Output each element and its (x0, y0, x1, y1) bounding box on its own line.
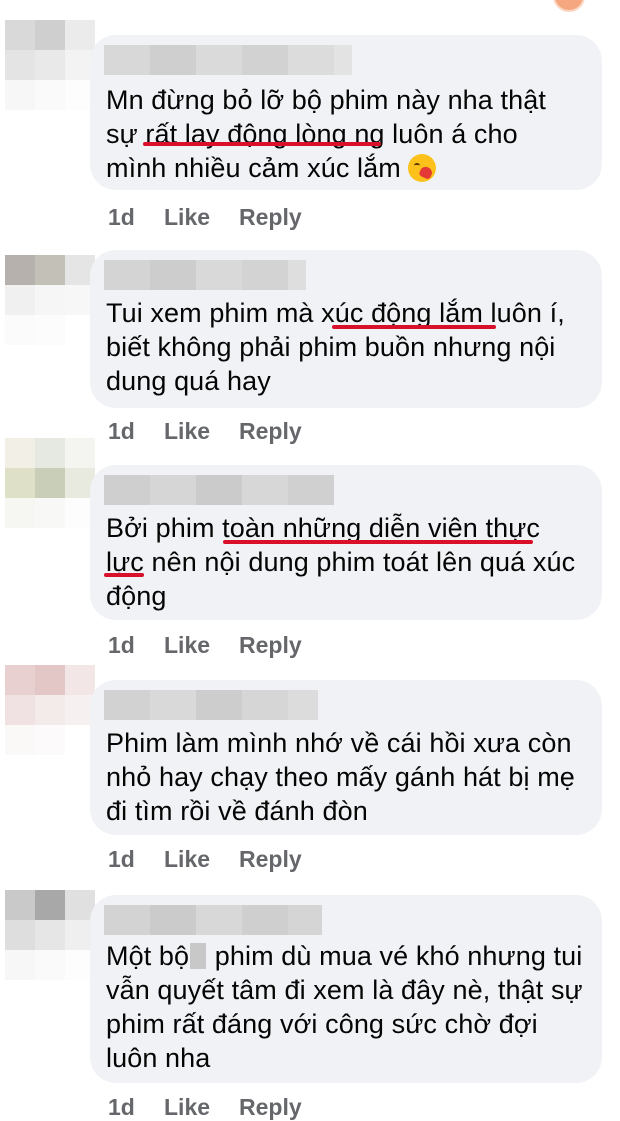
comment-bubble: Bởi phim toàn những diễn viên thực lực n… (90, 465, 602, 620)
comment-bubble: Mn đừng bỏ lỡ bộ phim này nha thật sự rấ… (90, 35, 602, 190)
comment-text: Tui xem phim mà xúc động lắm luôn í, biế… (106, 298, 565, 396)
timestamp[interactable]: 1d (108, 846, 164, 873)
red-underline (332, 325, 496, 329)
comment-text: Mn đừng bỏ lỡ bộ phim này nha thật sự rấ… (106, 85, 546, 183)
red-underline (143, 142, 381, 146)
redacted-block (190, 943, 207, 969)
like-button[interactable]: Like (164, 632, 239, 659)
comment-actions: 1d Like Reply (108, 204, 302, 231)
comment-text: Phim làm mình nhớ về cái hồi xưa còn nhỏ… (106, 728, 575, 826)
avatar[interactable] (5, 438, 95, 528)
avatar[interactable] (5, 255, 95, 345)
kissing-heart-emoji-icon (408, 154, 437, 182)
avatar[interactable] (5, 665, 95, 755)
timestamp[interactable]: 1d (108, 632, 164, 659)
timestamp[interactable]: 1d (108, 204, 164, 231)
blurred-author-name (104, 690, 318, 720)
comment-actions: 1d Like Reply (108, 1094, 302, 1121)
blurred-author-name (104, 475, 334, 505)
comment-text: Bởi phim toàn những diễn viên thực lực n… (106, 513, 576, 611)
reply-button[interactable]: Reply (239, 846, 302, 873)
comment-bubble: Tui xem phim mà xúc động lắm luôn í, biế… (90, 250, 602, 408)
reply-button[interactable]: Reply (239, 1094, 302, 1121)
timestamp[interactable]: 1d (108, 1094, 164, 1121)
reaction-badge (553, 0, 585, 12)
reply-button[interactable]: Reply (239, 632, 302, 659)
comment-bubble: Một bộ phim dù mua vé khó nhưng tui vẫn … (90, 895, 602, 1083)
reply-button[interactable]: Reply (239, 204, 302, 231)
comment-actions: 1d Like Reply (108, 846, 302, 873)
like-button[interactable]: Like (164, 418, 239, 445)
like-button[interactable]: Like (164, 846, 239, 873)
blurred-author-name (104, 260, 306, 290)
comment-bubble: Phim làm mình nhớ về cái hồi xưa còn nhỏ… (90, 680, 602, 835)
red-underline (104, 573, 144, 577)
like-button[interactable]: Like (164, 1094, 239, 1121)
red-underline (223, 540, 533, 544)
blurred-author-name (104, 45, 352, 75)
blurred-author-name (104, 905, 322, 935)
timestamp[interactable]: 1d (108, 418, 164, 445)
avatar[interactable] (5, 890, 95, 980)
comment-actions: 1d Like Reply (108, 632, 302, 659)
comment-text: Một bộ phim dù mua vé khó nhưng tui vẫn … (106, 941, 583, 1073)
reply-button[interactable]: Reply (239, 418, 302, 445)
like-button[interactable]: Like (164, 204, 239, 231)
comment-actions: 1d Like Reply (108, 418, 302, 445)
avatar[interactable] (5, 20, 95, 110)
